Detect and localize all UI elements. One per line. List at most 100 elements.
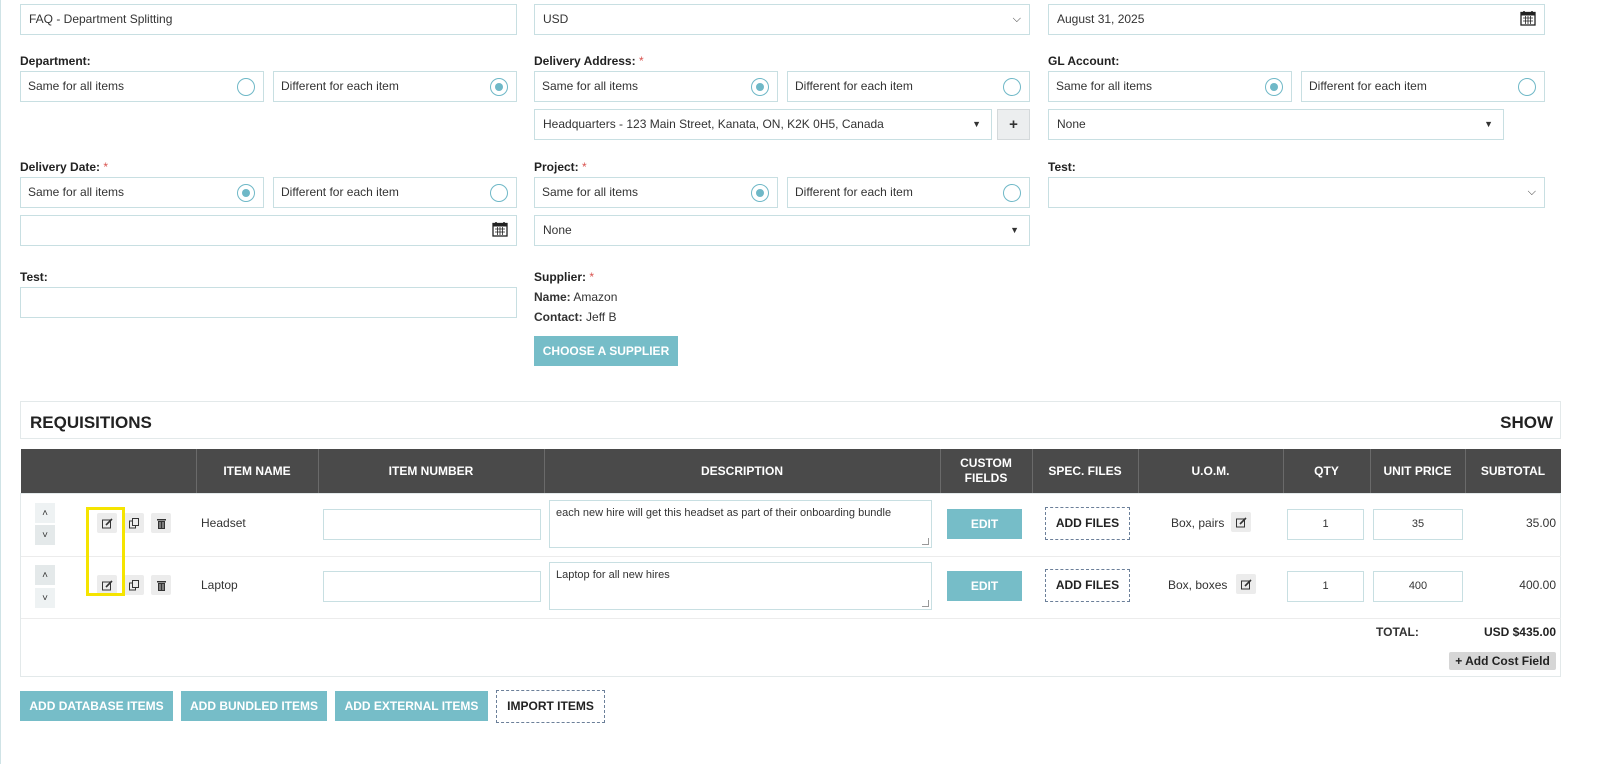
edit-custom-fields-button[interactable]: EDIT xyxy=(947,509,1022,539)
delivery-address-diff-radio[interactable] xyxy=(1003,78,1021,96)
delivery-address-same-label: Same for all items xyxy=(542,79,639,93)
title-input[interactable]: FAQ - Department Splitting xyxy=(20,4,517,35)
supplier-contact: Contact: Jeff B xyxy=(534,310,616,324)
unit-price-input[interactable]: 35 xyxy=(1373,509,1463,540)
description-textarea[interactable]: Laptop for all new hires xyxy=(549,562,932,610)
gl-account-diff-option[interactable]: Different for each item xyxy=(1301,71,1545,102)
project-same-label: Same for all items xyxy=(542,185,639,199)
department-diff-option[interactable]: Different for each item xyxy=(273,71,517,102)
supplier-contact-value: Jeff B xyxy=(586,310,617,324)
gl-account-diff-label: Different for each item xyxy=(1309,79,1427,93)
delivery-date-diff-option[interactable]: Different for each item xyxy=(273,177,517,208)
delivery-address-diff-option[interactable]: Different for each item xyxy=(787,71,1030,102)
delivery-address-same-radio[interactable] xyxy=(751,78,769,96)
delivery-date-diff-radio[interactable] xyxy=(490,184,508,202)
move-down-icon[interactable]: ˅ xyxy=(35,588,55,608)
project-label: Project: * xyxy=(534,160,587,174)
delivery-address-select[interactable]: Headquarters - 123 Main Street, Kanata, … xyxy=(534,109,992,140)
department-same-radio[interactable] xyxy=(237,78,255,96)
qty-input[interactable]: 1 xyxy=(1287,509,1364,540)
date-input[interactable]: August 31, 2025 xyxy=(1048,4,1545,35)
calendar-icon xyxy=(492,222,508,237)
plus-icon: + xyxy=(1009,116,1018,133)
add-address-button[interactable]: + xyxy=(997,109,1030,140)
department-same-label: Same for all items xyxy=(28,79,125,93)
delivery-address-label: Delivery Address: * xyxy=(534,54,644,68)
unit-price-input[interactable]: 400 xyxy=(1373,571,1463,602)
add-cost-field-label: Add Cost Field xyxy=(1465,654,1550,668)
gl-account-label: GL Account: xyxy=(1048,54,1120,68)
item-name: Laptop xyxy=(201,578,238,592)
department-same-option[interactable]: Same for all items xyxy=(20,71,264,102)
currency-select[interactable]: USD ⌵ xyxy=(534,4,1030,35)
col-qty: QTY xyxy=(1314,463,1339,478)
move-down-icon[interactable]: ˅ xyxy=(35,525,55,545)
gl-account-same-radio[interactable] xyxy=(1265,78,1283,96)
department-diff-radio[interactable] xyxy=(490,78,508,96)
total-label: TOTAL: xyxy=(1376,625,1419,639)
resize-handle-icon[interactable] xyxy=(922,600,929,607)
import-items-button[interactable]: IMPORT ITEMS xyxy=(496,690,605,723)
supplier-name-value: Amazon xyxy=(573,290,618,304)
edit-icons-highlight xyxy=(86,507,125,596)
edit-custom-fields-button[interactable]: EDIT xyxy=(947,571,1022,601)
gl-account-same-option[interactable]: Same for all items xyxy=(1048,71,1292,102)
qty-input[interactable]: 1 xyxy=(1287,571,1364,602)
test-select[interactable]: ⌵ xyxy=(1048,177,1545,208)
duplicate-item-icon[interactable] xyxy=(124,575,144,595)
duplicate-item-icon[interactable] xyxy=(124,513,144,533)
col-item-name: ITEM NAME xyxy=(223,463,291,478)
project-same-option[interactable]: Same for all items xyxy=(534,177,778,208)
delivery-date-input[interactable] xyxy=(20,215,517,246)
item-number-input[interactable] xyxy=(323,509,541,540)
subtotal-value: 35.00 xyxy=(1525,516,1556,530)
description-textarea[interactable]: each new hire will get this headset as p… xyxy=(549,500,932,548)
show-toggle[interactable]: SHOW xyxy=(1500,413,1553,433)
choose-supplier-button[interactable]: CHOOSE A SUPPLIER xyxy=(534,336,678,366)
project-value: None xyxy=(543,223,572,237)
project-select[interactable]: None ▼ xyxy=(534,215,1030,246)
project-diff-radio[interactable] xyxy=(1003,184,1021,202)
delivery-address-same-option[interactable]: Same for all items xyxy=(534,71,778,102)
delivery-date-diff-label: Different for each item xyxy=(281,185,399,199)
move-up-icon[interactable]: ˄ xyxy=(35,565,55,585)
add-database-items-button[interactable]: ADD DATABASE ITEMS xyxy=(20,691,173,721)
title-input-value: FAQ - Department Splitting xyxy=(29,12,173,26)
delivery-date-same-option[interactable]: Same for all items xyxy=(20,177,264,208)
currency-value: USD xyxy=(543,12,569,26)
project-diff-option[interactable]: Different for each item xyxy=(787,177,1030,208)
caret-down-icon: ▼ xyxy=(1010,225,1019,235)
add-cost-field-button[interactable]: + Add Cost Field xyxy=(1449,652,1556,670)
trash-icon[interactable] xyxy=(151,575,171,595)
add-files-button[interactable]: ADD FILES xyxy=(1045,569,1130,602)
item-number-input[interactable] xyxy=(323,571,541,602)
uom-value: Box, boxes xyxy=(1168,578,1228,592)
supplier-label: Supplier: * xyxy=(534,270,595,284)
add-bundled-items-button[interactable]: ADD BUNDLED ITEMS xyxy=(181,691,327,721)
delivery-address-diff-label: Different for each item xyxy=(795,79,913,93)
add-files-button[interactable]: ADD FILES xyxy=(1045,507,1130,540)
col-spec-files: SPEC. FILES xyxy=(1048,463,1122,478)
requisitions-header: REQUISITIONS SHOW xyxy=(20,401,1561,439)
supplier-contact-label: Contact: xyxy=(534,310,583,324)
supplier-name: Name: Amazon xyxy=(534,290,617,304)
col-custom-fields: CUSTOM FIELDS xyxy=(940,449,1032,493)
project-same-radio[interactable] xyxy=(751,184,769,202)
gl-account-select[interactable]: None ▼ xyxy=(1048,109,1504,140)
requisitions-title: REQUISITIONS xyxy=(30,413,152,432)
add-external-items-button[interactable]: ADD EXTERNAL ITEMS xyxy=(335,691,488,721)
description-text: Laptop for all new hires xyxy=(556,569,670,581)
resize-handle-icon[interactable] xyxy=(922,538,929,545)
gl-account-diff-radio[interactable] xyxy=(1518,78,1536,96)
test-input-label: Test: xyxy=(20,270,48,284)
chevron-down-icon: ⌵ xyxy=(1527,186,1536,198)
department-diff-label: Different for each item xyxy=(281,79,399,93)
delivery-date-same-radio[interactable] xyxy=(237,184,255,202)
edit-uom-icon[interactable] xyxy=(1236,574,1256,594)
move-up-icon[interactable]: ˄ xyxy=(35,503,55,523)
edit-uom-icon[interactable] xyxy=(1231,512,1251,532)
caret-down-icon: ▼ xyxy=(1484,119,1493,129)
test-input[interactable] xyxy=(20,287,517,318)
item-name: Headset xyxy=(201,516,246,530)
trash-icon[interactable] xyxy=(151,513,171,533)
